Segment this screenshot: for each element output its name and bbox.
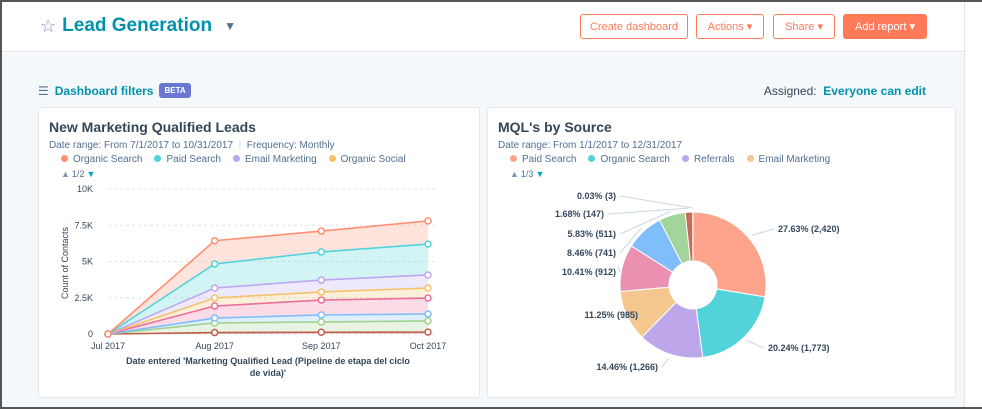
slice-label: 0.03% (3) — [577, 191, 616, 201]
leader-line — [619, 195, 693, 209]
data-point[interactable] — [424, 328, 432, 336]
x-tick-label: Oct 2017 — [410, 341, 447, 351]
leader-line — [661, 357, 670, 368]
right-sidebar — [964, 2, 982, 409]
data-point[interactable] — [210, 237, 219, 245]
slice-label: 5.83% (511) — [567, 229, 616, 239]
data-point[interactable] — [317, 248, 326, 256]
dashboard-filters-label[interactable]: Dashboard filters — [55, 84, 154, 98]
create-dashboard-button[interactable]: Create dashboard — [580, 14, 688, 39]
data-point[interactable] — [424, 310, 432, 318]
data-point[interactable] — [210, 284, 219, 292]
report-card-mqls-by-source: MQL's by Source Date range: From 1/1/201… — [487, 107, 956, 398]
data-point[interactable] — [317, 288, 326, 296]
data-point[interactable] — [317, 276, 326, 284]
add-report-label: Add report — [855, 20, 907, 33]
beta-badge: BETA — [159, 83, 191, 98]
data-point[interactable] — [210, 314, 219, 322]
x-tick-label: Aug 2017 — [195, 341, 234, 351]
actions-label: Actions — [707, 20, 744, 33]
slice-label: 1.68% (147) — [555, 209, 604, 219]
dashboard-header: ☆ Lead Generation ▼ Create dashboard Act… — [2, 2, 964, 52]
data-point[interactable] — [424, 271, 432, 279]
line-chart: 0 2.5K 5K 7.5K 10K Jul 2017 Aug 2017 Sep 2017 Oc… — [60, 184, 447, 378]
data-point[interactable] — [317, 296, 326, 304]
x-tick-label: Jul 2017 — [91, 341, 125, 351]
sliders-icon: ☰ — [38, 83, 49, 98]
data-point[interactable] — [424, 284, 432, 292]
leader-line — [751, 228, 775, 236]
data-point[interactable] — [424, 240, 432, 248]
assigned-value-link[interactable]: Everyone can edit — [823, 84, 926, 98]
y-axis-label: Count of Contacts — [60, 226, 70, 299]
assigned-label: Assigned: — [763, 84, 817, 98]
data-point[interactable] — [210, 294, 219, 302]
y-tick-label: 2.5K — [74, 293, 93, 303]
dashboard-title[interactable]: ☆ Lead Generation ▼ — [40, 15, 236, 37]
data-point[interactable] — [210, 302, 219, 310]
data-point[interactable] — [317, 311, 326, 319]
data-point[interactable] — [210, 260, 219, 268]
leader-line — [617, 266, 621, 273]
star-icon[interactable]: ☆ — [40, 16, 56, 37]
data-point[interactable] — [424, 317, 432, 325]
pie-slice[interactable] — [692, 211, 767, 298]
add-report-button[interactable]: Add report ▾ — [843, 14, 927, 39]
leader-line — [607, 207, 689, 215]
share-button[interactable]: Share ▾ — [773, 14, 835, 39]
slice-label: 27.63% (2,420) — [778, 224, 840, 234]
report-card-new-mqls: New Marketing Qualified Leads Date range… — [38, 107, 480, 398]
donut-chart: 27.63% (2,420) 20.24% (1,773) 14.46% (1,26… — [555, 191, 840, 372]
slice-label: 20.24% (1,773) — [768, 343, 830, 353]
data-point[interactable] — [317, 318, 326, 326]
slice-label: 14.46% (1,266) — [596, 362, 658, 372]
slice-label: 8.46% (741) — [567, 248, 616, 258]
data-point[interactable] — [424, 217, 432, 225]
y-tick-label: 10K — [77, 184, 93, 194]
data-point[interactable] — [317, 227, 326, 235]
data-point[interactable] — [104, 330, 112, 338]
actions-button[interactable]: Actions ▾ — [696, 14, 764, 39]
x-axis-label: Date entered 'Marketing Qualified Lead (… — [126, 356, 410, 378]
slice-label: 11.25% (985) — [584, 310, 638, 320]
chevron-down-icon[interactable]: ▼ — [224, 19, 236, 33]
dashboard-name[interactable]: Lead Generation — [62, 15, 212, 37]
y-tick-label: 7.5K — [74, 220, 93, 230]
x-tick-label: Sep 2017 — [302, 341, 341, 351]
data-point[interactable] — [317, 328, 326, 337]
data-point[interactable] — [210, 328, 219, 337]
share-label: Share — [785, 20, 815, 33]
dashboard-filters[interactable]: ☰ Dashboard filters BETA — [38, 83, 191, 98]
y-tick-label: 5K — [82, 257, 93, 267]
data-point[interactable] — [424, 294, 432, 302]
slice-label: 10.41% (912) — [562, 267, 616, 277]
y-tick-label: 0 — [88, 329, 93, 339]
pie-slice[interactable] — [695, 288, 766, 358]
leader-line — [746, 339, 765, 349]
assigned-info: Assigned: Everyone can edit — [764, 84, 926, 98]
